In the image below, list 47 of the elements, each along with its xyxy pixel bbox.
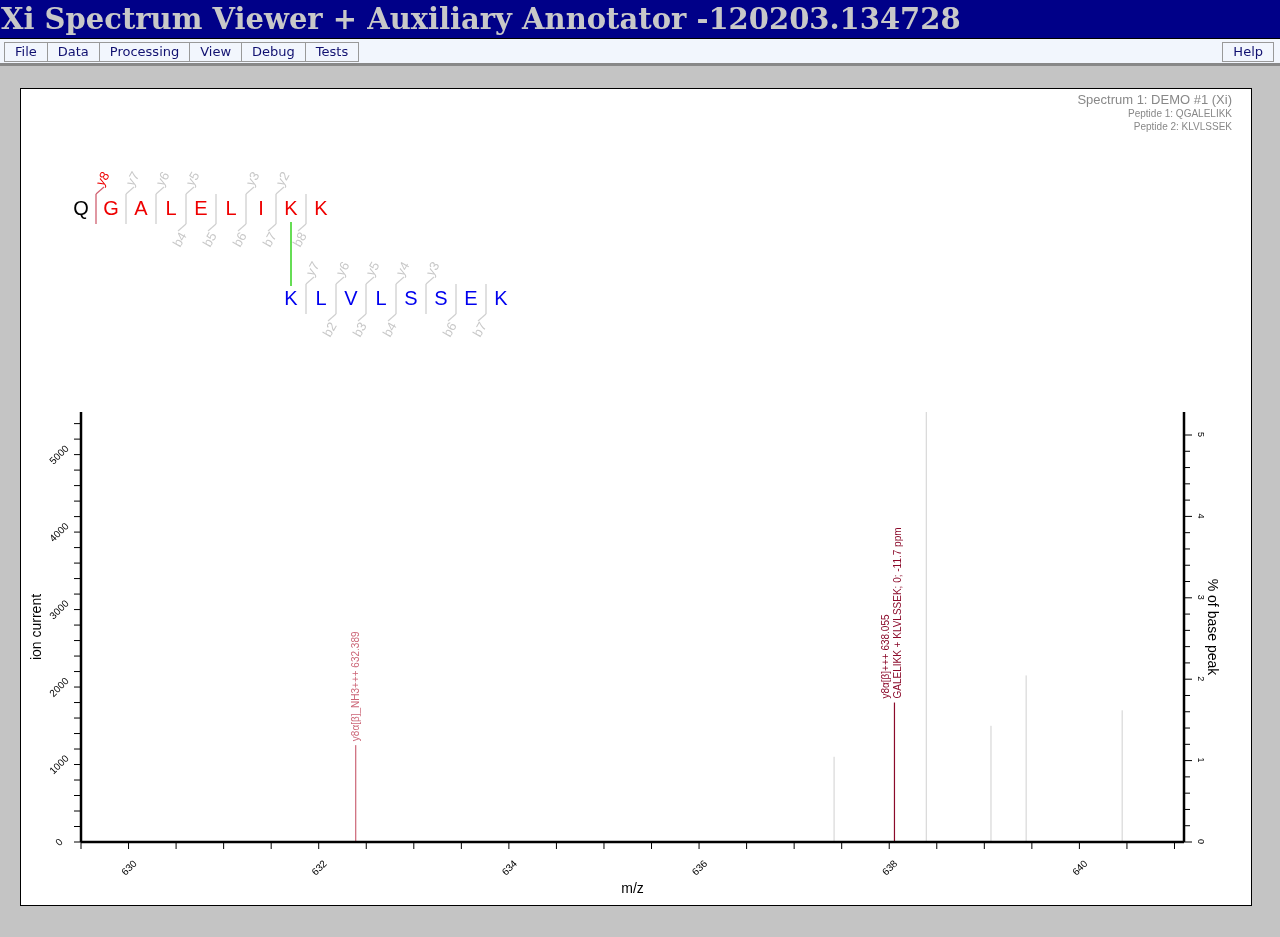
- peptide-info: Peptide 1: QGALELIKK: [1128, 107, 1232, 120]
- right-tick-label: 0: [1196, 839, 1206, 844]
- menu-item[interactable]: View: [190, 42, 243, 62]
- x-tick-label: 630: [119, 857, 139, 878]
- peak-label: y8α[β]_NH3+++ 632.389: [349, 631, 361, 742]
- residue-letter: K: [314, 197, 328, 219]
- x-tick-label: 632: [309, 857, 329, 878]
- residue-letter: E: [464, 287, 478, 309]
- residue-letter: K: [284, 287, 298, 309]
- residue-letter: S: [434, 287, 448, 309]
- residue-letter: E: [194, 197, 208, 219]
- right-tick-label: 3: [1196, 594, 1206, 600]
- y-tick-label: 0: [53, 836, 65, 848]
- right-tick-label: 1: [1196, 757, 1206, 763]
- peak-label: y8α[β]+++ 638.055 GALELIKK + KLVLSSEK; 0; -11.7 ppm: [880, 527, 904, 699]
- right-tick-label: 2: [1196, 676, 1206, 682]
- residue-letter: S: [404, 287, 418, 309]
- peptide-info: Peptide 2: KLVLSSEK: [1133, 120, 1232, 133]
- right-tick-label: 4: [1196, 513, 1206, 519]
- x-tick-label: 640: [1070, 857, 1090, 878]
- x-tick-label: 634: [499, 857, 520, 878]
- residue-letter: A: [134, 197, 148, 219]
- menu-item[interactable]: Processing: [99, 42, 191, 62]
- y-ion-label: y8: [92, 169, 113, 195]
- x-tick-label: 636: [689, 857, 710, 878]
- residue-letter: L: [165, 197, 177, 219]
- residue-letter: L: [315, 287, 327, 309]
- x-tick-label: 638: [879, 857, 900, 878]
- residue-letter: K: [284, 197, 298, 219]
- help-menu[interactable]: Help: [1222, 42, 1274, 62]
- menu-item[interactable]: Data: [47, 42, 100, 62]
- residue-letter: Q: [73, 197, 89, 219]
- residue-letter: L: [375, 287, 387, 309]
- right-tick-label: 5: [1196, 432, 1206, 437]
- spectrum-title: Spectrum 1: DEMO #1 (Xi): [1077, 92, 1232, 107]
- right-axis-title: % of base peak: [1205, 578, 1221, 676]
- x-axis-title: m/z: [621, 880, 644, 896]
- residue-letter: V: [344, 287, 358, 309]
- residue-letter: I: [258, 197, 264, 219]
- menu-item[interactable]: Tests: [305, 42, 360, 62]
- menu-item[interactable]: File: [4, 42, 48, 62]
- window-title: Xi Spectrum Viewer + Auxiliary Annotator -120203.134728: [0, 1, 962, 38]
- residue-letter: K: [494, 287, 508, 309]
- menu-item[interactable]: Debug: [242, 42, 306, 62]
- y-axis-title: ion current: [28, 593, 44, 661]
- residue-letter: L: [225, 197, 237, 219]
- residue-letter: G: [103, 197, 119, 219]
